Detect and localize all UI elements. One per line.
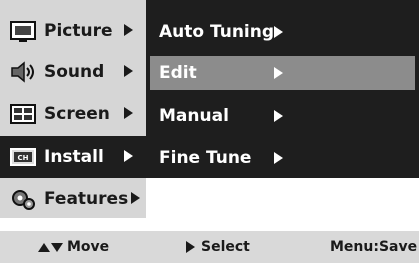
chevron-right-icon — [274, 26, 283, 38]
chevron-right-icon — [124, 107, 133, 119]
chevron-right-icon — [124, 24, 133, 36]
install-icon-text: CH — [18, 154, 29, 162]
submenu-label: Fine Tune — [159, 148, 252, 168]
main-menu-item-sound[interactable]: Sound — [0, 51, 146, 93]
main-menu-item-install[interactable]: CH Install — [0, 136, 146, 178]
submenu-item-auto-tuning[interactable]: Auto Tuning — [146, 12, 419, 52]
main-menu-item-picture[interactable]: Picture — [0, 10, 146, 52]
install-submenu: Auto Tuning Edit Manual Fine Tune — [146, 0, 419, 178]
sound-icon — [8, 59, 38, 85]
arrow-right-icon — [186, 241, 195, 253]
chevron-right-icon — [124, 150, 133, 162]
arrow-up-icon — [38, 242, 50, 252]
submenu-item-manual[interactable]: Manual — [146, 96, 419, 136]
submenu-label: Manual — [159, 106, 229, 126]
chevron-right-icon — [124, 65, 133, 77]
submenu-item-edit[interactable]: Edit — [150, 56, 415, 90]
tv-osd-menu: Picture Sound Screen CH Install Features… — [0, 0, 419, 263]
help-save: Menu:Save — [330, 231, 417, 263]
chevron-right-icon — [131, 192, 140, 204]
help-select: Select — [186, 231, 250, 263]
screen-icon — [8, 101, 38, 127]
main-menu-label: Screen — [44, 104, 110, 124]
main-menu-item-screen[interactable]: Screen — [0, 93, 146, 135]
submenu-label: Edit — [159, 63, 197, 83]
main-menu: Picture Sound Screen CH Install Features — [0, 0, 146, 218]
main-menu-label: Install — [44, 147, 104, 167]
help-move: Move — [38, 231, 109, 263]
chevron-right-icon — [274, 67, 283, 79]
chevron-right-icon — [274, 152, 283, 164]
main-menu-label: Sound — [44, 62, 105, 82]
help-bar: Move Select Menu:Save — [0, 231, 419, 263]
picture-icon — [8, 18, 38, 44]
help-select-label: Select — [201, 239, 250, 255]
help-move-label: Move — [67, 239, 110, 255]
submenu-label: Auto Tuning — [159, 22, 275, 42]
arrow-down-icon — [51, 242, 63, 252]
features-icon — [8, 186, 38, 212]
main-menu-item-features[interactable]: Features — [0, 178, 146, 220]
submenu-item-fine-tune[interactable]: Fine Tune — [146, 138, 419, 178]
main-menu-label: Features — [44, 189, 129, 209]
install-icon: CH — [8, 144, 38, 170]
chevron-right-icon — [274, 110, 283, 122]
help-save-label: Menu:Save — [330, 239, 418, 255]
main-menu-label: Picture — [44, 21, 113, 41]
